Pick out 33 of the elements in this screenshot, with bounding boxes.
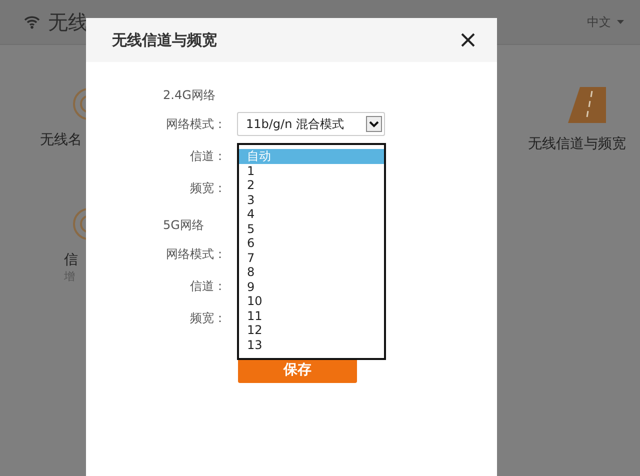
tile-title[interactable]: 无线信道与频宽 <box>528 135 626 153</box>
dialog-title: 无线信道与频宽 <box>112 30 218 50</box>
dropdown-option[interactable]: 8 <box>239 265 384 280</box>
dropdown-option[interactable]: 6 <box>239 236 384 250</box>
dropdown-option[interactable]: 4 <box>239 207 384 222</box>
field-label: 信道： <box>189 278 226 294</box>
ring-icon <box>72 207 86 241</box>
field-label: 信道： <box>189 148 226 164</box>
tile-title[interactable]: 无线名 <box>40 131 82 149</box>
field-label: 频宽： <box>189 310 226 326</box>
wifi-icon <box>24 15 40 29</box>
dropdown-option[interactable]: 7 <box>239 250 384 265</box>
dropdown-option[interactable]: 13 <box>239 338 384 352</box>
road-icon <box>568 87 606 123</box>
field-label: 频宽： <box>189 180 226 196</box>
dropdown-option[interactable]: 10 <box>239 294 384 308</box>
dropdown-option[interactable]: 1 <box>239 164 384 178</box>
ring-icon <box>72 87 86 121</box>
tile-title[interactable]: 信 <box>64 251 78 269</box>
dropdown-option[interactable]: 5 <box>239 222 384 236</box>
dropdown-option[interactable]: 9 <box>239 280 384 294</box>
dropdown-option[interactable]: 2 <box>239 178 384 192</box>
section-heading: 5G网络 <box>163 216 204 234</box>
dropdown-option[interactable]: 12 <box>239 323 384 338</box>
mode-select[interactable]: 11b/g/n 混合模式 <box>237 112 385 136</box>
page-title: 无线 <box>48 8 88 36</box>
dropdown-option[interactable]: 3 <box>239 192 384 207</box>
caret-icon <box>617 20 624 24</box>
dropdown-option[interactable]: 11 <box>239 308 384 323</box>
section-heading: 2.4G网络 <box>163 86 216 104</box>
close-icon[interactable] <box>461 33 475 47</box>
field-label: 网络模式： <box>165 116 226 132</box>
field-label: 网络模式： <box>165 246 226 262</box>
